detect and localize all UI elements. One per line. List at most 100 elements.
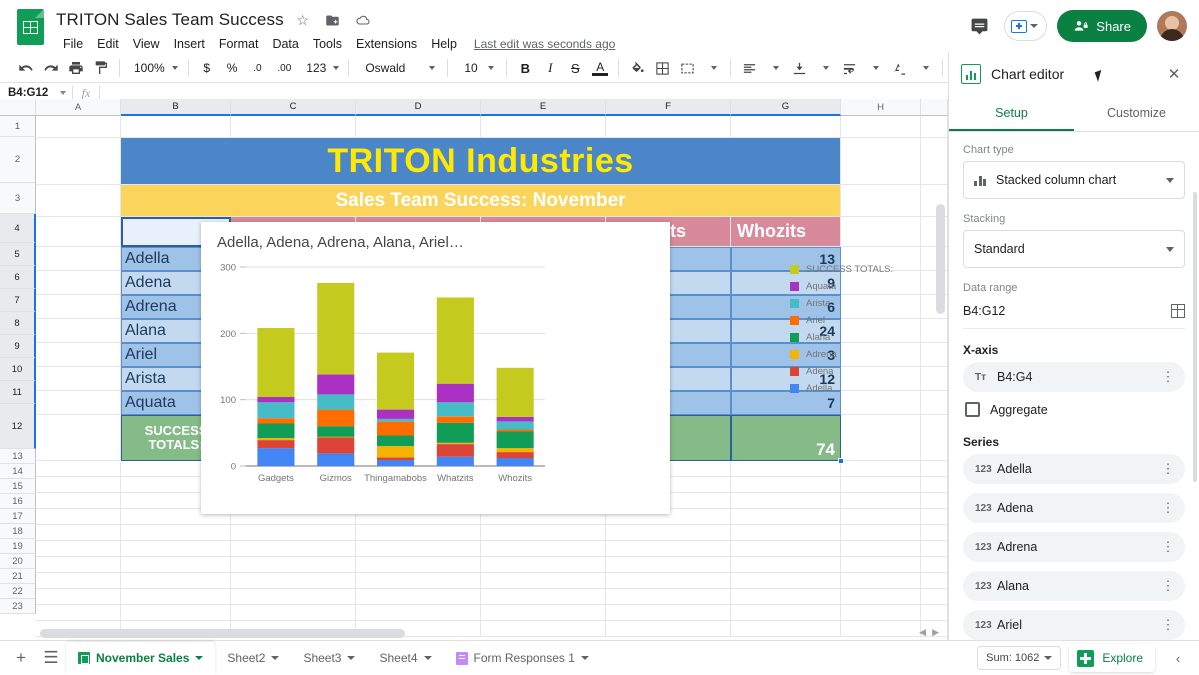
cell-A16[interactable] [36, 509, 121, 525]
cell-I14[interactable] [921, 477, 947, 493]
cell-B22[interactable] [121, 605, 231, 621]
print-icon[interactable] [64, 56, 88, 80]
cell-B17[interactable] [121, 525, 231, 541]
text-color-button[interactable]: A [588, 56, 612, 80]
avatar[interactable] [1157, 11, 1187, 41]
sheet-tab-november-sales[interactable]: November Sales [66, 641, 216, 675]
row-header-3[interactable]: 3 [0, 183, 36, 214]
cell-I19[interactable] [921, 557, 947, 573]
cell-H22[interactable] [841, 605, 921, 621]
cell-H12[interactable] [841, 415, 921, 461]
header-cell-whozits[interactable]: Whozits [731, 217, 841, 247]
more-options-icon[interactable]: ⋮ [1157, 370, 1179, 383]
cell-A21[interactable] [36, 589, 121, 605]
cell-G23[interactable] [731, 621, 841, 637]
row-header-17[interactable]: 17 [0, 509, 36, 524]
cell-G14[interactable] [731, 477, 841, 493]
row-header-21[interactable]: 21 [0, 569, 36, 584]
cell-F21[interactable] [606, 589, 731, 605]
sheet-tab-sheet2[interactable]: Sheet2 [215, 642, 291, 675]
column-header-a[interactable]: A [36, 99, 121, 116]
menu-insert[interactable]: Insert [167, 35, 212, 53]
cell-I13[interactable] [921, 461, 947, 477]
column-header-i[interactable]: I [921, 99, 947, 116]
sum-indicator[interactable]: Sum: 1062 [977, 646, 1062, 670]
cell-F20[interactable] [606, 573, 731, 589]
menu-help[interactable]: Help [424, 35, 464, 53]
legend-item[interactable]: Adena [790, 363, 893, 380]
cell-A19[interactable] [36, 557, 121, 573]
cell-D21[interactable] [356, 589, 481, 605]
move-icon[interactable] [322, 9, 344, 31]
embedded-chart[interactable]: Adella, Adena, Adrena, Alana, Ariel… 0 10… [201, 222, 893, 514]
percent-button[interactable]: % [220, 56, 245, 80]
row-header-15[interactable]: 15 [0, 479, 36, 494]
cell-H1[interactable] [841, 116, 921, 138]
cell-H16[interactable] [841, 509, 921, 525]
cell-A12[interactable] [36, 415, 121, 461]
row-header-14[interactable]: 14 [0, 464, 36, 479]
cell-E21[interactable] [481, 589, 606, 605]
sheet-tab-form-responses-1[interactable]: Form Responses 1 [444, 642, 601, 675]
cell-C19[interactable] [231, 557, 356, 573]
cell-G17[interactable] [731, 525, 841, 541]
cell-I18[interactable] [921, 541, 947, 557]
stacking-select[interactable]: Standard [963, 230, 1185, 268]
cell-F17[interactable] [606, 525, 731, 541]
cell-I22[interactable] [921, 605, 947, 621]
more-options-icon[interactable]: ⋮ [1157, 618, 1179, 631]
cell-C17[interactable] [231, 525, 356, 541]
sheet-tab-sheet4[interactable]: Sheet4 [367, 642, 443, 675]
panel-scrollbar[interactable] [1193, 192, 1197, 482]
cell-E23[interactable] [481, 621, 606, 637]
series-chip-adena[interactable]: 123 Adena ⋮ [963, 493, 1185, 523]
sheets-logo[interactable] [10, 7, 50, 47]
cell-A10[interactable] [36, 367, 121, 391]
row-header-13[interactable]: 13 [0, 449, 36, 464]
row-header-12[interactable]: 12 [0, 404, 36, 449]
row-header-10[interactable]: 10 [0, 358, 36, 381]
undo-icon[interactable] [14, 56, 38, 80]
cell-A3[interactable] [36, 185, 121, 217]
cell-E17[interactable] [481, 525, 606, 541]
cell-D17[interactable] [356, 525, 481, 541]
cell-I12[interactable] [921, 415, 947, 461]
cell-D20[interactable] [356, 573, 481, 589]
row-header-7[interactable]: 7 [0, 289, 36, 312]
row-header-22[interactable]: 22 [0, 584, 36, 599]
series-chip-adrena[interactable]: 123 Adrena ⋮ [963, 532, 1185, 562]
cell-A6[interactable] [36, 271, 121, 295]
cell-F22[interactable] [606, 605, 731, 621]
fill-color-icon[interactable] [625, 56, 649, 80]
cell-A14[interactable] [36, 477, 121, 493]
cell-C21[interactable] [231, 589, 356, 605]
data-range-row[interactable]: B4:G12 [963, 299, 1185, 329]
star-icon[interactable]: ☆ [292, 9, 314, 31]
cell-I15[interactable] [921, 493, 947, 509]
series-chip-ariel[interactable]: 123 Ariel ⋮ [963, 610, 1185, 640]
strikethrough-button[interactable]: S [563, 56, 587, 80]
cell-F1[interactable] [606, 116, 731, 138]
merge-dropdown[interactable] [700, 56, 724, 80]
vertical-align-icon[interactable] [787, 56, 811, 80]
menu-edit[interactable]: Edit [90, 35, 126, 53]
cell-I11[interactable] [921, 391, 947, 415]
legend-item[interactable]: Adella [790, 380, 893, 397]
tab-customize[interactable]: Customize [1074, 96, 1199, 131]
cell-A5[interactable] [36, 247, 121, 271]
redo-icon[interactable] [39, 56, 63, 80]
currency-button[interactable]: $ [195, 56, 219, 80]
select-range-icon[interactable] [1171, 303, 1185, 318]
close-icon[interactable]: ✕ [1161, 61, 1187, 87]
add-sheet-icon[interactable]: + [6, 643, 36, 673]
more-options-icon[interactable]: ⋮ [1157, 501, 1179, 514]
vertical-scrollbar[interactable] [936, 204, 945, 314]
cell-G19[interactable] [731, 557, 841, 573]
wrap-dropdown[interactable] [862, 56, 886, 80]
column-header-c[interactable]: C [231, 99, 356, 116]
menu-tools[interactable]: Tools [306, 35, 349, 53]
cell-A20[interactable] [36, 573, 121, 589]
chevron-down-icon[interactable] [195, 656, 204, 660]
cell-I2[interactable] [921, 138, 947, 185]
chart-type-select[interactable]: Stacked column chart [963, 161, 1185, 199]
